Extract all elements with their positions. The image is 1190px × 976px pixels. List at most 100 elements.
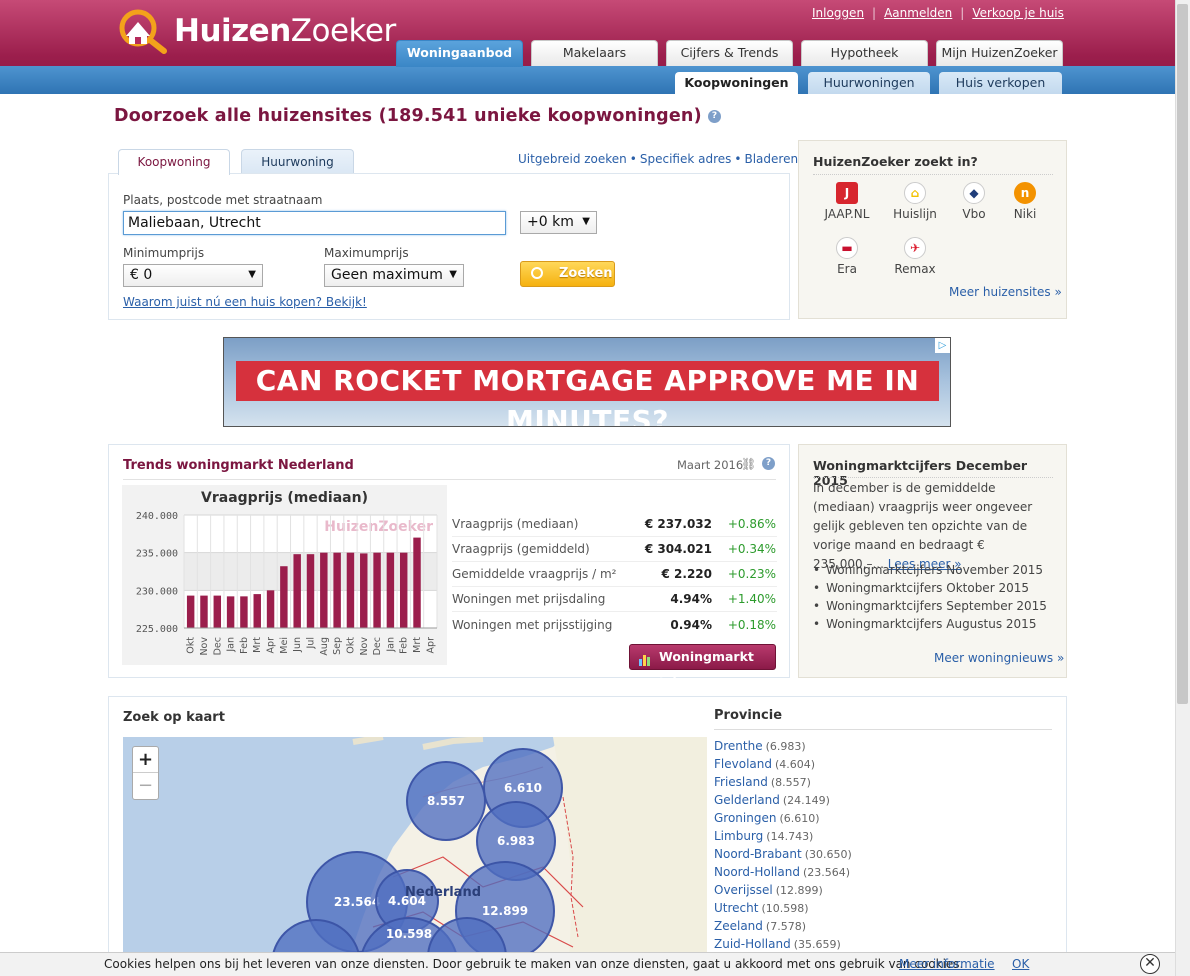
province-item[interactable]: Limburg (14.743) (714, 829, 813, 843)
browse-link[interactable]: Bladeren (744, 152, 798, 166)
province-item[interactable]: Friesland (8.557) (714, 775, 811, 789)
price-chart-svg: Vraagprijs (mediaan) HuizenZoeker 240.000 2… (136, 490, 438, 656)
advanced-search-link[interactable]: Uitgebreid zoeken (518, 152, 627, 166)
sell-house-link[interactable]: Verkoop je huis (972, 6, 1064, 20)
ad-text: CAN ROCKET MORTGAGE APPROVE ME IN MINUTE… (236, 361, 939, 426)
news-list: Woningmarktcijfers November 2015 Woningm… (813, 563, 1047, 635)
tab-makelaars[interactable]: Makelaars (531, 40, 658, 66)
cookie-info-link[interactable]: Meer informatie (899, 953, 995, 976)
stat-row: Woningen met prijsdaling 4.94% +1.40% (452, 587, 777, 612)
radius-select[interactable]: +0 km ▼ (520, 211, 597, 234)
province-item[interactable]: Gelderland (24.149) (714, 793, 830, 807)
min-price-select[interactable]: € 0 ▼ (123, 264, 263, 287)
site-jaap[interactable]: J JAAP.NL (812, 182, 882, 221)
site-remax[interactable]: ✈ Remax (880, 237, 950, 276)
search-icon (531, 267, 543, 279)
jaap-icon: J (836, 182, 858, 204)
chart-x-tick-label: Mei (279, 637, 290, 654)
tab-cijfers-trends[interactable]: Cijfers & Trends (666, 40, 793, 66)
era-icon: ▬ (836, 237, 858, 259)
zoom-in-button[interactable]: + (133, 747, 158, 773)
chart-x-tick-label: Aug (319, 637, 330, 656)
province-item[interactable]: Utrecht (10.598) (714, 901, 809, 915)
province-item[interactable]: Zuid-Holland (35.659) (714, 937, 841, 951)
chart-bar (200, 595, 208, 628)
chart-x-tick-label: Sep (332, 637, 343, 655)
specific-address-link[interactable]: Specifiek adres (640, 152, 732, 166)
help-icon[interactable]: ? (708, 109, 722, 123)
news-item[interactable]: Woningmarktcijfers Oktober 2015 (813, 581, 1047, 599)
chart-bar (333, 552, 341, 628)
chart-bar (306, 554, 315, 628)
chart-bar (373, 552, 381, 628)
province-item[interactable]: Noord-Holland (23.564) (714, 865, 850, 879)
chart-x-tick-label: Nov (199, 637, 210, 656)
search-tab-huurwoning[interactable]: Huurwoning (241, 149, 354, 174)
province-item[interactable]: Zeeland (7.578) (714, 919, 806, 933)
chart-bar (240, 596, 248, 628)
logo[interactable]: HuizenZoeker (114, 6, 396, 56)
search-links: Uitgebreid zoeken • Specifiek adres • Blader… (518, 152, 799, 166)
site-niki[interactable]: n Niki (990, 182, 1060, 221)
news-item[interactable]: Woningmarktcijfers November 2015 (813, 563, 1047, 581)
province-item[interactable]: Flevoland (4.604) (714, 757, 815, 771)
chart-x-tick-label: Dec (212, 637, 223, 655)
province-item[interactable]: Drenthe (6.983) (714, 739, 806, 753)
map-cluster[interactable]: 8.557 (406, 761, 486, 841)
province-item[interactable]: Overijssel (12.899) (714, 883, 823, 897)
sites-panel: HuizenZoeker zoekt in? J JAAP.NL ⌂ Huislij… (798, 140, 1067, 319)
max-price-select[interactable]: Geen maximum ▼ (324, 264, 464, 287)
search-tab-koopwoning[interactable]: Koopwoning (118, 149, 230, 175)
link-icon[interactable]: ⛓ (741, 457, 756, 471)
province-item[interactable]: Groningen (6.610) (714, 811, 820, 825)
logo-text: HuizenZoeker (174, 13, 396, 49)
province-item[interactable]: Noord-Brabant (30.650) (714, 847, 852, 861)
why-buy-link[interactable]: Waarom juist nú een huis kopen? Bekijk! (123, 295, 367, 309)
close-icon[interactable]: ✕ (1140, 954, 1160, 974)
register-link[interactable]: Aanmelden (884, 6, 952, 20)
chart-bar (413, 537, 421, 628)
map[interactable]: 8.557 6.610 6.983 23.564 4.604 12.899 10… (123, 737, 707, 976)
chart-y-tick-label: 240.000 (136, 511, 178, 522)
chart-x-tick-label: Feb (239, 637, 250, 654)
subtab-huurwoningen[interactable]: Huurwoningen (808, 72, 930, 94)
tab-mijn-huizenzoeker[interactable]: Mijn HuizenZoeker (936, 40, 1063, 66)
news-body: In december is de gemiddelde (mediaan) v… (813, 481, 1033, 571)
chart-x-tick-label: Jan (226, 637, 237, 653)
news-item[interactable]: Woningmarktcijfers September 2015 (813, 599, 1047, 617)
min-price-label: Minimumprijs (123, 246, 205, 260)
news-item[interactable]: Woningmarktcijfers Augustus 2015 (813, 617, 1047, 635)
cookie-bar: Cookies helpen ons bij het leveren van o… (0, 952, 1175, 976)
ad-choices-icon[interactable]: ▷ (935, 338, 950, 353)
stat-row: Vraagprijs (mediaan) € 237.032 +0.86% (452, 512, 777, 537)
chart-x-tick-label: Jun (292, 637, 303, 653)
ad-banner[interactable]: CAN ROCKET MORTGAGE APPROVE ME IN MINUTE… (223, 337, 951, 427)
site-era[interactable]: ▬ Era (812, 237, 882, 276)
location-input[interactable]: Maliebaan, Utrecht (123, 211, 506, 235)
stat-row: Woningen met prijsstijging 0.94% +0.18% (452, 617, 776, 632)
chart-bar (360, 553, 368, 628)
search-button[interactable]: Zoeken (520, 261, 615, 287)
subtab-koopwoningen[interactable]: Koopwoningen (675, 72, 798, 94)
more-sites-link[interactable]: Meer huizensites » (949, 285, 1062, 299)
login-link[interactable]: Inloggen (812, 6, 864, 20)
top-links: Inloggen | Aanmelden | Verkoop je huis (812, 6, 1064, 20)
chart-bar (280, 566, 288, 628)
cookie-ok-link[interactable]: OK (1012, 953, 1029, 976)
province-title: Provincie (714, 708, 1052, 730)
tab-woningaanbod[interactable]: Woningaanbod (396, 40, 523, 67)
tab-hypotheek[interactable]: Hypotheek (801, 40, 928, 66)
chart-bar (386, 552, 395, 628)
chart-x-tick-label: Mrt (412, 637, 423, 653)
chart-bar (226, 596, 235, 628)
help-icon[interactable]: ? (762, 457, 775, 470)
more-news-link[interactable]: Meer woningnieuws » (934, 651, 1064, 665)
trends-title: Trends woningmarkt Nederland (123, 458, 354, 473)
chart-bar (266, 590, 275, 628)
subtab-huis-verkopen[interactable]: Huis verkopen (939, 72, 1062, 94)
market-info-button[interactable]: Woningmarkt info (629, 644, 776, 688)
scrollbar-thumb[interactable] (1177, 4, 1188, 704)
sites-panel-title: HuizenZoeker zoekt in? (813, 154, 978, 169)
zoom-out-button[interactable]: − (133, 773, 158, 799)
location-label: Plaats, postcode met straatnaam (123, 193, 323, 207)
